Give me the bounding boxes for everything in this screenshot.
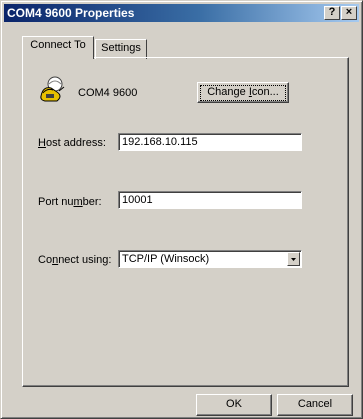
cancel-button[interactable]: Cancel: [277, 394, 353, 416]
tab-settings[interactable]: Settings: [95, 39, 147, 59]
port-number-label: Port number:: [38, 196, 102, 208]
host-address-input[interactable]: 192.168.10.115: [118, 133, 302, 151]
connect-using-value: TCP/IP (Winsock): [122, 253, 210, 265]
tab-connect-to-label: Connect To: [30, 39, 86, 51]
tab-settings-label: Settings: [101, 42, 141, 54]
connect-using-label: Connect using:: [38, 254, 112, 266]
close-button[interactable]: ×: [341, 6, 357, 20]
phone-globe-icon: [37, 74, 69, 104]
change-icon-focus-rect: Change Icon...: [200, 85, 286, 101]
connect-using-dropdown-button[interactable]: [287, 252, 300, 266]
connect-using-select[interactable]: TCP/IP (Winsock): [118, 250, 302, 268]
host-address-label: Host address:: [38, 137, 106, 149]
change-icon-button[interactable]: Change Icon...: [197, 82, 289, 103]
connection-name: COM4 9600: [78, 87, 138, 99]
properties-dialog: COM4 9600 Properties ? × Connect To Sett…: [0, 0, 363, 419]
help-button[interactable]: ?: [324, 6, 340, 20]
window-title: COM4 9600 Properties: [7, 6, 135, 20]
port-number-input[interactable]: 10001: [118, 191, 302, 209]
title-bar[interactable]: COM4 9600 Properties ? ×: [4, 4, 359, 22]
ok-button[interactable]: OK: [196, 394, 272, 416]
tab-connect-to[interactable]: Connect To: [22, 36, 94, 59]
chevron-down-icon: [291, 258, 296, 261]
tab-panel-connect-to: [22, 57, 349, 387]
